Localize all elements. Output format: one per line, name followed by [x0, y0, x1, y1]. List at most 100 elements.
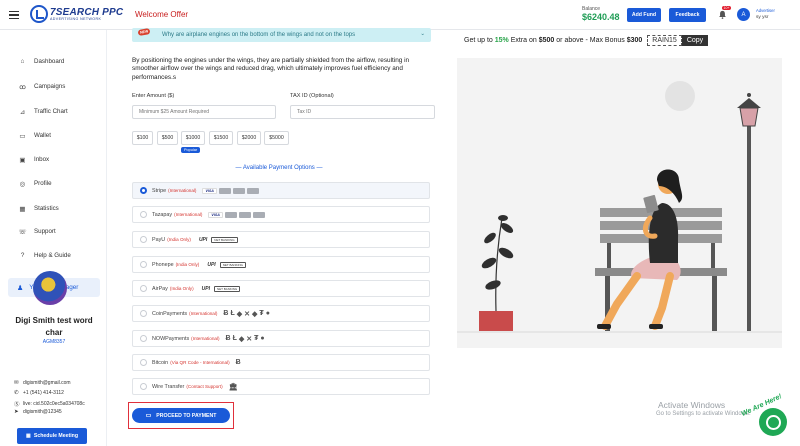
telegram-icon: ➤: [14, 409, 19, 415]
upi-icon: UPI: [198, 236, 208, 243]
payment-name: Tazapay: [152, 211, 173, 218]
amount-label: Enter Amount ($): [132, 93, 175, 99]
ethereum-icon: ◆: [236, 310, 243, 318]
visa-icon: VISA: [202, 187, 217, 194]
amount-option-5000[interactable]: $5000: [264, 131, 289, 145]
payment-note: (International): [168, 188, 197, 193]
top-bar: 7SEARCH PPC ADVERTISING NETWORK Welcome …: [0, 0, 800, 30]
payment-note: (India Only): [169, 286, 194, 291]
tax-id-label: TAX ID (Optional): [290, 93, 334, 99]
contact-skype[interactable]: Ⓢlive: cid.502c0ec5a034708c: [14, 400, 85, 408]
payment-option-tazapay[interactable]: Tazapay (International) VISA: [132, 206, 430, 223]
radio-button[interactable]: [140, 261, 147, 268]
sidebar-item-label: Wallet: [34, 132, 51, 139]
sidebar-item-label: Statistics: [34, 205, 59, 212]
copy-code-button[interactable]: Copy: [681, 35, 709, 46]
payment-note: (International): [191, 336, 220, 341]
proceed-to-payment-button[interactable]: ▭ PROCEED TO PAYMENT: [132, 408, 230, 423]
radio-button[interactable]: [140, 211, 147, 218]
sidebar-item-inbox[interactable]: ▣ Inbox: [19, 156, 50, 164]
profile-icon: ◎: [19, 180, 26, 188]
payment-option-stripe[interactable]: Stripe (International) VISA: [132, 182, 430, 199]
tax-id-input[interactable]: [290, 105, 435, 119]
amount-option-500[interactable]: $500: [157, 131, 178, 145]
feedback-button[interactable]: Feedback: [669, 8, 706, 22]
chart-icon: ⊿: [19, 108, 26, 116]
payment-option-bitcoin[interactable]: Bitcoin (Via QR Code - International) Ƀ: [132, 354, 430, 371]
tether-icon: ₮: [254, 335, 259, 342]
user-avatar[interactable]: A: [737, 8, 750, 21]
amount-option-1000[interactable]: $1000: [181, 131, 205, 145]
user-role: Advertiser: [756, 8, 775, 13]
contact-phone[interactable]: ✆ +1 (541) 414-3112: [14, 390, 64, 396]
woman-on-bench-illustration: [457, 58, 782, 348]
card-icon: [224, 211, 237, 218]
radio-button[interactable]: [140, 359, 147, 366]
user-menu[interactable]: Advertiser sy ysr: [756, 8, 775, 20]
radio-button[interactable]: [140, 335, 147, 342]
menu-icon[interactable]: [9, 11, 19, 19]
payment-option-coinpayments[interactable]: CoinPayments (International) Ƀ Ł ◆ ✕ ◆ ₮…: [132, 305, 430, 322]
payment-note: (India Only): [167, 237, 191, 242]
sidebar-item-wallet[interactable]: ▭ Wallet: [19, 132, 51, 140]
radio-button[interactable]: [140, 236, 147, 243]
skype-icon: Ⓢ: [14, 402, 20, 408]
sidebar-item-dashboard[interactable]: ⌂ Dashboard: [19, 58, 65, 65]
ad-manager-id: AGM8357: [42, 339, 66, 345]
ad-manager-name: Digi Smith test word char: [15, 316, 93, 337]
sidebar-item-label: Help & Guide: [34, 252, 71, 259]
amount-option-100[interactable]: $100: [132, 131, 153, 145]
xrp-icon: ✕: [244, 310, 251, 318]
sidebar-item-statistics[interactable]: ▦ Statistics: [19, 205, 59, 213]
logo-mark: [30, 5, 48, 23]
amount-option-2000[interactable]: $2000: [237, 131, 261, 145]
tip-banner[interactable]: NEW Why are airplane engines on the bott…: [132, 27, 431, 42]
chevron-down-icon[interactable]: ⌄: [420, 31, 425, 37]
sidebar-item-traffic-chart[interactable]: ⊿ Traffic Chart: [19, 108, 68, 116]
radio-button[interactable]: [140, 383, 147, 390]
payment-option-wire-transfer[interactable]: Wire Transfer (Contact Support) 🏛: [132, 378, 430, 395]
contact-telegram[interactable]: ➤ digismith@12345: [14, 409, 62, 415]
amount-input[interactable]: [132, 105, 276, 119]
chat-button[interactable]: [759, 408, 787, 436]
sidebar-item-label: Support: [34, 228, 56, 235]
payment-note: (Via QR Code - International): [170, 360, 230, 365]
payment-option-payu[interactable]: PayU (India Only) UPI NET BANKING: [132, 231, 430, 248]
amount-option-1500[interactable]: $1500: [209, 131, 233, 145]
sidebar-item-campaigns[interactable]: ꝏ Campaigns: [19, 83, 65, 91]
sidebar-item-label: Inbox: [34, 156, 50, 163]
radio-button[interactable]: [140, 285, 147, 292]
payment-name: AirPay: [152, 285, 168, 292]
payment-option-airpay[interactable]: AirPay (India Only) UPI NET BANKING: [132, 280, 430, 297]
card-icon: [218, 187, 231, 194]
tip-description: By positioning the engines under the win…: [132, 57, 410, 81]
payment-name: Stripe: [152, 187, 167, 194]
welcome-offer-link[interactable]: Welcome Offer: [135, 10, 188, 19]
sidebar-item-profile[interactable]: ◎ Profile: [19, 180, 52, 188]
payment-option-phonepe[interactable]: Phonepe (India Only) UPI NET BANKING: [132, 256, 430, 273]
payment-option-nowpayments[interactable]: NOWPayments (International) Ƀ Ł ◆ ✕ ₮ ●: [132, 330, 430, 347]
card-icon: [232, 187, 245, 194]
sidebar-item-label: Profile: [34, 180, 52, 187]
sidebar-item-help-guide[interactable]: ? Help & Guide: [19, 252, 71, 259]
bitcoin-icon: Ƀ: [235, 359, 241, 366]
payment-name: PayU: [152, 236, 166, 243]
bell-icon[interactable]: [718, 10, 727, 19]
schedule-meeting-button[interactable]: ▦ Schedule Meeting: [17, 428, 87, 444]
add-fund-button[interactable]: Add Fund: [627, 8, 661, 22]
logo[interactable]: 7SEARCH PPC ADVERTISING NETWORK: [30, 5, 123, 23]
balance-display: Balance $6240.48: [582, 6, 620, 22]
sidebar-item-support[interactable]: ☏ Support: [18, 228, 56, 236]
popular-badge: Popular: [181, 147, 201, 153]
balance-value: $6240.48: [582, 12, 620, 22]
tip-text: Why are airplane engines on the bottom o…: [162, 32, 356, 38]
card-icon: [252, 211, 265, 218]
radio-button[interactable]: [140, 187, 147, 194]
coin-icon: ●: [265, 310, 270, 317]
payment-name: CoinPayments: [152, 310, 188, 317]
contact-email[interactable]: ✉ digismith@gmail.com: [14, 380, 71, 386]
radio-button[interactable]: [140, 310, 147, 317]
wallet-icon: ▭: [19, 132, 26, 140]
available-payment-options-heading: — Available Payment Options —: [235, 165, 323, 171]
bitcoin-icon: Ƀ: [223, 310, 229, 317]
